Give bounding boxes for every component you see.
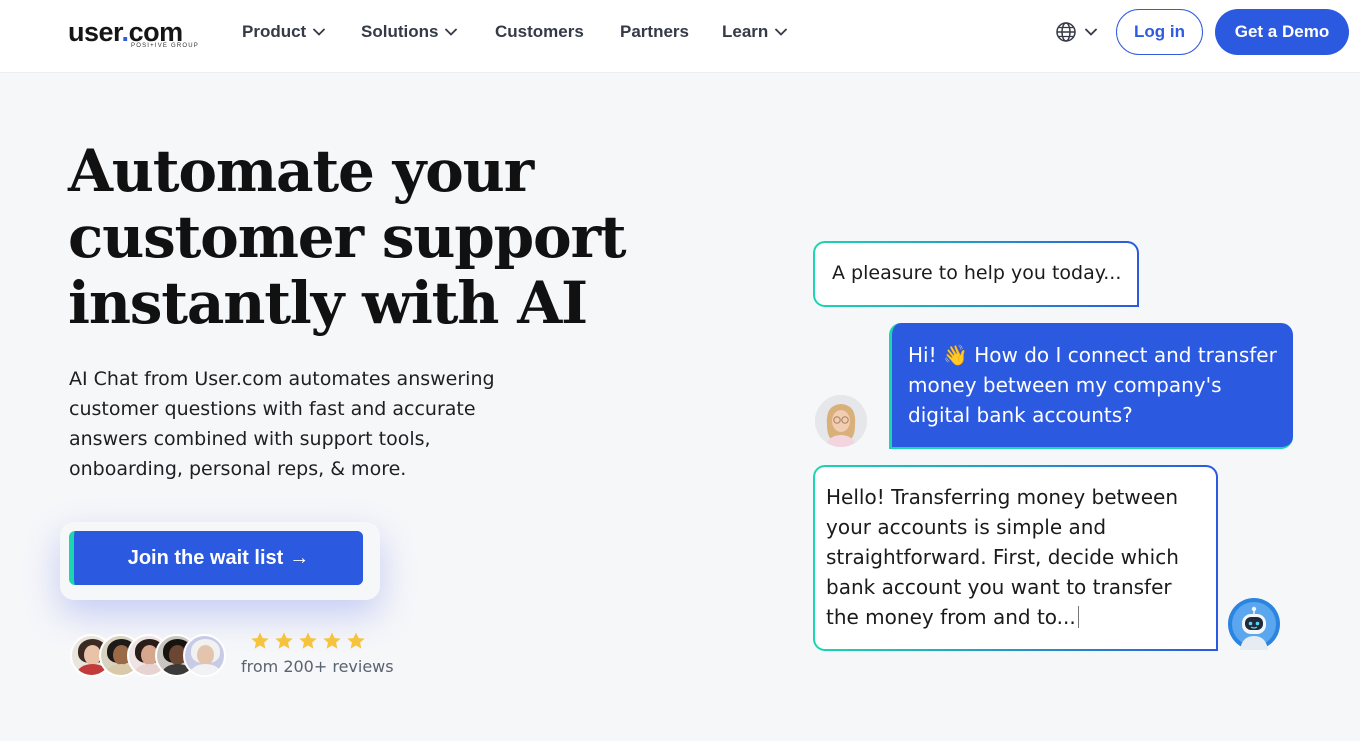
rating-stars	[250, 631, 366, 651]
hero-title-line: Automate your	[68, 137, 534, 205]
globe-icon	[1056, 22, 1076, 42]
star-icon	[251, 632, 269, 649]
brand-logo[interactable]: user.com POSI+IVE GROUP	[68, 17, 208, 53]
join-waitlist-button[interactable]: Join the wait list →	[69, 531, 363, 585]
nav-item-partners[interactable]: Partners	[620, 20, 689, 44]
logo-tagline: POSI+IVE GROUP	[131, 43, 199, 49]
chevron-down-icon	[775, 28, 788, 36]
nav-item-product[interactable]: Product	[242, 20, 326, 44]
user-avatar	[815, 395, 867, 447]
get-demo-button[interactable]: Get a Demo	[1215, 9, 1349, 55]
language-selector[interactable]	[1055, 21, 1097, 43]
nav-item-customers[interactable]: Customers	[495, 20, 584, 44]
cta-label: Join the wait list	[127, 546, 284, 569]
chevron-down-icon	[1085, 28, 1097, 36]
user-message-bubble: Hi! 👋 How do I connect and transfer mone…	[889, 323, 1293, 449]
bot-reply-bubble: Hello! Transferring money between your a…	[813, 465, 1218, 651]
bot-avatar	[1228, 598, 1280, 650]
reviews-count: from 200+ reviews	[241, 657, 394, 676]
avatar	[183, 634, 226, 677]
arrow-right-icon: →	[289, 546, 310, 569]
typing-caret	[1077, 606, 1079, 628]
bot-greeting-text: A pleasure to help you today...	[832, 262, 1122, 284]
bot-reply-text: Hello! Transferring money between your a…	[826, 485, 1179, 629]
chevron-down-icon	[445, 28, 458, 36]
star-icon	[275, 632, 293, 649]
hero-title: Automate your customer support instantly…	[68, 138, 628, 336]
top-navbar: user.com POSI+IVE GROUP Product Solution…	[0, 0, 1360, 73]
star-icon	[323, 632, 341, 649]
chevron-down-icon	[313, 28, 326, 36]
star-icon	[299, 632, 317, 649]
hero-description: AI Chat from User.com automates answerin…	[69, 368, 495, 480]
nav-item-label: Customers	[495, 22, 584, 41]
nav-item-solutions[interactable]: Solutions	[361, 20, 458, 44]
user-message-text: Hi! 👋 How do I connect and transfer mone…	[908, 343, 1277, 427]
hero-title-line: instantly with AI	[68, 269, 588, 337]
star-icon	[347, 632, 365, 649]
nav-item-label: Solutions	[361, 22, 439, 41]
hero-title-line: customer support	[68, 203, 627, 271]
bot-greeting-bubble: A pleasure to help you today...	[813, 241, 1139, 307]
nav-item-label: Product	[242, 22, 307, 41]
login-button[interactable]: Log in	[1116, 9, 1203, 55]
nav-item-label: Learn	[722, 22, 769, 41]
nav-item-label: Partners	[620, 22, 689, 41]
nav-item-learn[interactable]: Learn	[722, 20, 788, 44]
